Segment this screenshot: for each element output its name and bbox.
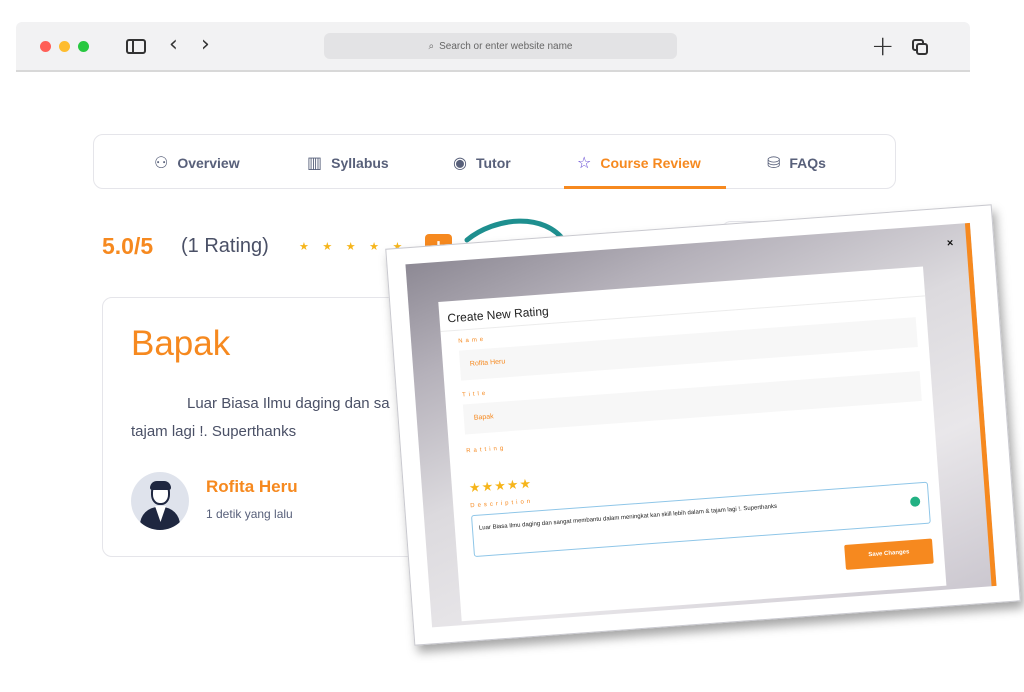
close-window-button[interactable] bbox=[40, 41, 51, 52]
modal-title: Create New Rating bbox=[446, 304, 550, 326]
review-timestamp: 1 detik yang lalu bbox=[206, 507, 293, 521]
tab-faqs[interactable]: ⛁ FAQs bbox=[767, 135, 826, 190]
search-icon: ⌕ bbox=[428, 40, 435, 52]
grammar-check-icon[interactable] bbox=[909, 496, 921, 508]
modal-accent-strip bbox=[964, 222, 997, 587]
user-circle-icon: ◉ bbox=[453, 153, 467, 172]
sidebar-toggle-icon[interactable] bbox=[126, 39, 146, 54]
tab-syllabus[interactable]: ▥ Syllabus bbox=[307, 135, 389, 190]
avatar bbox=[131, 472, 189, 530]
title-label: Title bbox=[461, 390, 489, 399]
tab-tutor[interactable]: ◉ Tutor bbox=[453, 135, 511, 190]
new-tab-icon[interactable]: + bbox=[871, 29, 894, 62]
tab-overview-label: Overview bbox=[177, 154, 240, 171]
review-body-line2: tajam lagi !. Superthanks bbox=[131, 423, 297, 440]
modal-screenshot-frame: × Create New Rating Name Rofita Heru Tit… bbox=[385, 204, 1021, 646]
description-label: Description bbox=[470, 498, 534, 510]
maximize-window-button[interactable] bbox=[78, 41, 89, 52]
address-bar[interactable]: ⌕ Search or enter website name bbox=[324, 33, 677, 59]
review-body-line1: Luar Biasa Ilmu daging dan sa bbox=[187, 395, 390, 412]
rating-label: Ratting bbox=[466, 445, 507, 455]
tab-tutor-label: Tutor bbox=[475, 154, 511, 171]
browser-toolbar: ‹ › ⌕ Search or enter website name + bbox=[16, 22, 970, 72]
star-outline-icon: ☆ bbox=[577, 153, 592, 172]
rating-star-input[interactable]: ★★★★★ bbox=[468, 477, 532, 497]
active-tab-indicator bbox=[564, 186, 726, 189]
title-value: Bapak bbox=[473, 413, 494, 422]
back-arrow-icon[interactable]: ‹ bbox=[169, 32, 178, 57]
tab-syllabus-label: Syllabus bbox=[331, 154, 389, 171]
rating-count: (1 Rating) bbox=[181, 235, 269, 257]
tab-course-review[interactable]: ☆ Course Review bbox=[577, 135, 701, 190]
review-title: Bapak bbox=[131, 324, 231, 363]
grid-circles-icon: ⚇ bbox=[154, 153, 169, 172]
rating-score: 5.0/5 bbox=[102, 233, 154, 259]
name-value: Rofita Heru bbox=[469, 358, 506, 368]
name-label: Name bbox=[458, 336, 487, 345]
tab-overview[interactable]: ⚇ Overview bbox=[154, 135, 240, 190]
tabs-overview-icon[interactable] bbox=[912, 39, 928, 55]
modal-backdrop: × Create New Rating Name Rofita Heru Tit… bbox=[405, 222, 997, 628]
course-tab-bar: ⚇ Overview ▥ Syllabus ◉ Tutor ☆ Course R… bbox=[93, 134, 896, 189]
create-rating-modal: Create New Rating Name Rofita Heru Title… bbox=[438, 266, 947, 622]
close-icon[interactable]: × bbox=[946, 237, 953, 249]
title-field[interactable]: Bapak bbox=[462, 370, 922, 435]
forward-arrow-icon[interactable]: › bbox=[201, 32, 210, 57]
description-value: Luar Biasa Ilmu daging dan sangat memban… bbox=[478, 503, 778, 532]
minimize-window-button[interactable] bbox=[59, 41, 70, 52]
database-icon: ⛁ bbox=[767, 153, 781, 172]
tab-faqs-label: FAQs bbox=[789, 154, 826, 171]
save-changes-button[interactable]: Save Changes bbox=[844, 538, 934, 570]
review-body: Luar Biasa Ilmu daging dan sa tajam lagi… bbox=[131, 390, 431, 446]
name-field[interactable]: Rofita Heru bbox=[458, 317, 918, 381]
reviewer-name[interactable]: Rofita Heru bbox=[206, 477, 298, 497]
address-placeholder: Search or enter website name bbox=[439, 40, 573, 52]
map-icon: ▥ bbox=[307, 153, 323, 172]
tab-course-review-label: Course Review bbox=[600, 154, 701, 171]
